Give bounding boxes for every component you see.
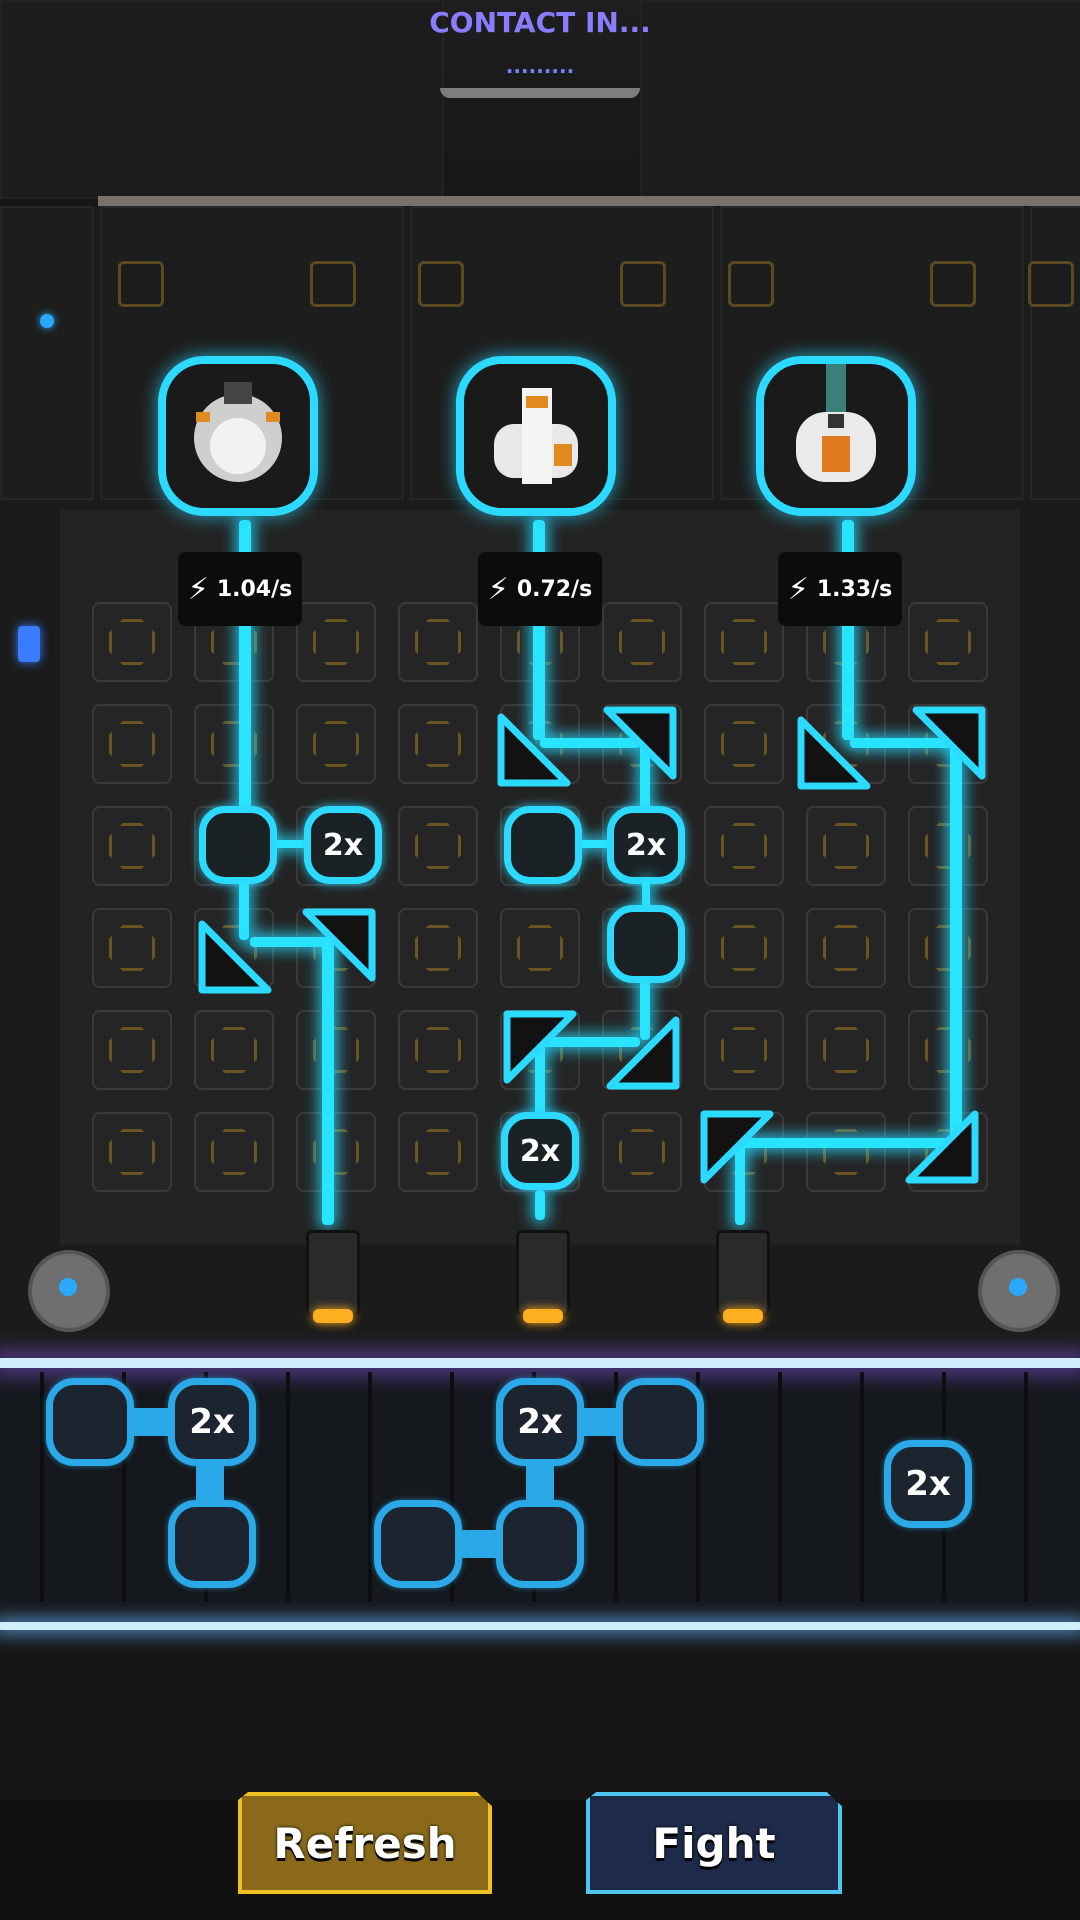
tray-slat — [778, 1372, 782, 1602]
piece-cell — [168, 1500, 256, 1588]
board-cell[interactable] — [806, 1112, 886, 1192]
board-cell[interactable] — [296, 1112, 376, 1192]
board-cell[interactable] — [194, 1112, 274, 1192]
piece-cell — [374, 1500, 462, 1588]
capacitor — [306, 1230, 360, 1323]
board-cell[interactable] — [806, 806, 886, 886]
corner-tile[interactable] — [603, 706, 677, 780]
board-cell[interactable] — [398, 1112, 478, 1192]
board-cell[interactable] — [296, 602, 376, 682]
board-cell[interactable] — [296, 704, 376, 784]
board-node-2x[interactable]: 2x — [304, 806, 382, 884]
rate-badge-2: ⚡ 0.72/s — [478, 552, 602, 626]
board-cell[interactable] — [704, 1010, 784, 1090]
fight-button[interactable]: Fight — [586, 1792, 842, 1894]
board-cell[interactable] — [602, 602, 682, 682]
board-cell[interactable] — [806, 908, 886, 988]
tray-slat — [40, 1372, 44, 1602]
board-cell[interactable] — [908, 602, 988, 682]
board-node-2x[interactable]: 2x — [501, 1112, 579, 1190]
contact-countdown: ......... — [505, 54, 575, 78]
board-cell[interactable] — [908, 806, 988, 886]
fan-icon — [978, 1250, 1060, 1332]
board-cell[interactable] — [296, 1010, 376, 1090]
board-cell[interactable] — [806, 1010, 886, 1090]
capacitor — [516, 1230, 570, 1323]
tray-light-top — [0, 1358, 1080, 1368]
bottom-bar — [0, 1800, 1080, 1920]
tray-slat — [1024, 1372, 1028, 1602]
board-cell[interactable] — [194, 704, 274, 784]
board-cell[interactable] — [92, 1112, 172, 1192]
board-cell[interactable] — [92, 704, 172, 784]
board-cell[interactable] — [92, 908, 172, 988]
piece-cell-2x: 2x — [168, 1378, 256, 1466]
tray-slat — [286, 1372, 290, 1602]
board-cell[interactable] — [398, 806, 478, 886]
lightning-icon: ⚡ — [787, 571, 809, 607]
board-cell[interactable] — [92, 806, 172, 886]
piece-cell — [616, 1378, 704, 1466]
refresh-button[interactable]: Refresh — [238, 1792, 492, 1894]
board-cell[interactable] — [500, 908, 580, 988]
board-cell[interactable] — [704, 602, 784, 682]
generator-robot-3[interactable] — [756, 356, 916, 516]
board-cell[interactable] — [92, 602, 172, 682]
board-cell[interactable] — [92, 1010, 172, 1090]
tray-piece-c-2x[interactable]: 2x — [884, 1440, 972, 1528]
corner-tile[interactable] — [912, 706, 986, 780]
corner-tile[interactable] — [497, 713, 571, 787]
rate-badge-3: ⚡ 1.33/s — [778, 552, 902, 626]
board-node-2x[interactable]: 2x — [607, 806, 685, 884]
contact-title: CONTACT IN... — [429, 6, 651, 39]
tray-slat — [368, 1372, 372, 1602]
piece-cell — [496, 1500, 584, 1588]
generator-robot-2[interactable] — [456, 356, 616, 516]
generator-robot-1[interactable] — [158, 356, 318, 516]
lightning-icon: ⚡ — [487, 571, 509, 607]
board-cell[interactable] — [398, 1010, 478, 1090]
rate-badge-1: ⚡ 1.04/s — [178, 552, 302, 626]
board-cell[interactable] — [704, 704, 784, 784]
tray-slat — [860, 1372, 864, 1602]
corner-tile[interactable] — [503, 1010, 577, 1084]
corner-tile[interactable] — [302, 908, 376, 982]
fan-icon — [28, 1250, 110, 1332]
board-node[interactable] — [607, 905, 685, 983]
board-cell[interactable] — [398, 602, 478, 682]
board-cell[interactable] — [704, 908, 784, 988]
header-tab — [440, 88, 640, 98]
corner-tile[interactable] — [700, 1110, 774, 1184]
board-cell[interactable] — [908, 908, 988, 988]
capacitor — [716, 1230, 770, 1323]
board-cell[interactable] — [194, 1010, 274, 1090]
board-cell[interactable] — [398, 908, 478, 988]
lightning-icon: ⚡ — [187, 571, 209, 607]
tray-light-bottom — [0, 1622, 1080, 1630]
corner-tile[interactable] — [606, 1016, 680, 1090]
corner-tile[interactable] — [797, 716, 871, 790]
board-cell[interactable] — [398, 704, 478, 784]
corner-tile[interactable] — [198, 920, 272, 994]
piece-cell — [46, 1378, 134, 1466]
board-cell[interactable] — [704, 806, 784, 886]
board-node[interactable] — [199, 806, 277, 884]
ceiling-rail — [98, 196, 1080, 206]
board-cell[interactable] — [602, 1112, 682, 1192]
board-cell[interactable] — [908, 1010, 988, 1090]
board-node[interactable] — [504, 806, 582, 884]
corner-tile[interactable] — [905, 1110, 979, 1184]
piece-cell-2x: 2x — [496, 1378, 584, 1466]
